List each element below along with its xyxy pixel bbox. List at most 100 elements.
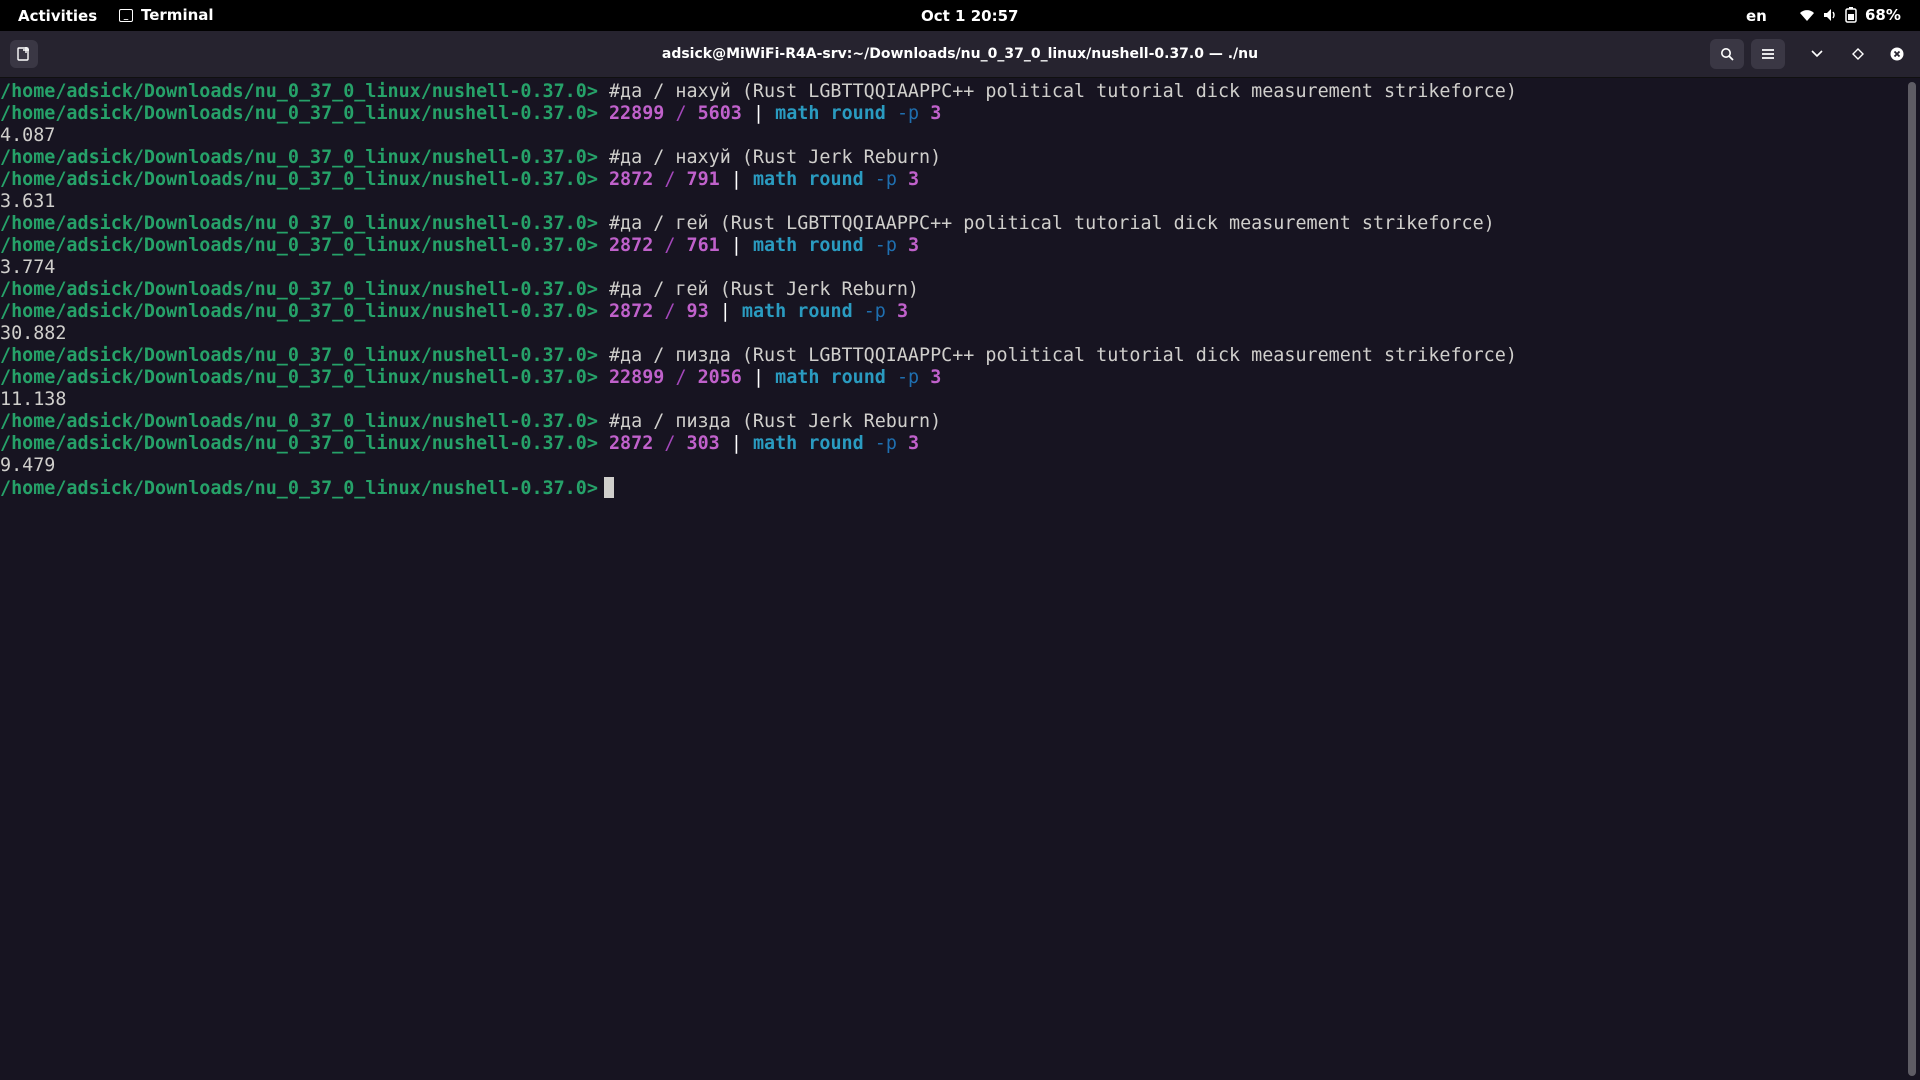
command-round: round xyxy=(830,103,886,124)
terminal-line-comment: /home/adsick/Downloads/nu_0_37_0_linux/n… xyxy=(0,411,1908,433)
activities-button[interactable]: Activities xyxy=(18,7,97,25)
app-menu-button[interactable]: _ Terminal xyxy=(119,6,214,24)
search-icon xyxy=(1721,48,1734,61)
gnome-top-bar: Activities _ Terminal Oct 1 20:57 en 68% xyxy=(0,0,1920,31)
divisor: 2056 xyxy=(697,367,742,388)
terminal-output[interactable]: /home/adsick/Downloads/nu_0_37_0_linux/n… xyxy=(0,79,1908,1080)
terminal-line-active-prompt[interactable]: /home/adsick/Downloads/nu_0_37_0_linux/n… xyxy=(0,477,1908,499)
dividend: 2872 xyxy=(608,235,654,256)
volume-icon xyxy=(1824,9,1835,21)
system-tray[interactable]: 68% xyxy=(1799,6,1901,24)
terminal-line-comment: /home/adsick/Downloads/nu_0_37_0_linux/n… xyxy=(0,279,1908,301)
shell-prompt: /home/adsick/Downloads/nu_0_37_0_linux/n… xyxy=(0,345,598,366)
pipe-operator: | xyxy=(730,169,742,190)
terminal-line-command: /home/adsick/Downloads/nu_0_37_0_linux/n… xyxy=(0,433,1908,455)
pipe-operator: | xyxy=(730,433,742,454)
command-math: math xyxy=(775,103,820,124)
dividend: 22899 xyxy=(608,103,665,124)
main-menu-button[interactable] xyxy=(1751,39,1785,69)
precision-value: 3 xyxy=(930,103,942,124)
shell-prompt: /home/adsick/Downloads/nu_0_37_0_linux/n… xyxy=(0,433,598,454)
divisor: 303 xyxy=(686,433,720,454)
command-round: round xyxy=(808,235,864,256)
clock[interactable]: Oct 1 20:57 xyxy=(921,7,1018,25)
keyboard-layout-indicator[interactable]: en xyxy=(1746,7,1767,25)
command-math: math xyxy=(775,367,820,388)
comment-text: #да / нахуй (Rust Jerk Reburn) xyxy=(608,147,942,168)
pipe-operator: | xyxy=(752,103,765,124)
precision-value: 3 xyxy=(930,367,942,388)
close-icon xyxy=(1890,47,1904,61)
pipe-operator: | xyxy=(719,301,731,322)
terminal-line-command: /home/adsick/Downloads/nu_0_37_0_linux/n… xyxy=(0,103,1908,125)
wifi-icon xyxy=(1800,10,1814,21)
close-window-button[interactable] xyxy=(1880,39,1914,69)
command-math: math xyxy=(752,169,798,190)
shell-prompt: /home/adsick/Downloads/nu_0_37_0_linux/n… xyxy=(0,367,598,388)
pipe-operator: | xyxy=(752,367,765,388)
command-round: round xyxy=(830,367,886,388)
shell-prompt: /home/adsick/Downloads/nu_0_37_0_linux/n… xyxy=(0,301,598,322)
terminal-line-comment: /home/adsick/Downloads/nu_0_37_0_linux/n… xyxy=(0,147,1908,169)
pipe-operator: | xyxy=(730,235,742,256)
dividend: 2872 xyxy=(608,169,654,190)
chevron-down-icon xyxy=(1811,50,1823,58)
shell-prompt: /home/adsick/Downloads/nu_0_37_0_linux/n… xyxy=(0,235,598,256)
terminal-line-command: /home/adsick/Downloads/nu_0_37_0_linux/n… xyxy=(0,235,1908,257)
terminal-line-result: 4.087 xyxy=(0,125,56,146)
division-operator: / xyxy=(664,433,676,454)
precision-value: 3 xyxy=(908,433,920,454)
dividend: 2872 xyxy=(608,433,654,454)
diamond-icon xyxy=(1852,48,1864,60)
shell-prompt: /home/adsick/Downloads/nu_0_37_0_linux/n… xyxy=(0,213,598,234)
precision-flag: -p xyxy=(874,169,897,190)
terminal-line-command: /home/adsick/Downloads/nu_0_37_0_linux/n… xyxy=(0,301,1908,323)
division-operator: / xyxy=(664,235,676,256)
divisor: 791 xyxy=(686,169,720,190)
terminal-line-comment: /home/adsick/Downloads/nu_0_37_0_linux/n… xyxy=(0,81,1908,103)
divisor: 5603 xyxy=(697,103,742,124)
tabs-dropdown-button[interactable] xyxy=(1800,39,1834,69)
window-title: adsick@MiWiFi-R4A-srv:~/Downloads/nu_0_3… xyxy=(661,46,1259,62)
precision-flag: -p xyxy=(896,367,920,388)
terminal-line-result: 11.138 xyxy=(0,389,67,410)
comment-text: #да / нахуй (Rust LGBTTQQIAAPPC++ politi… xyxy=(608,81,1517,102)
division-operator: / xyxy=(664,301,676,322)
terminal-line-comment: /home/adsick/Downloads/nu_0_37_0_linux/n… xyxy=(0,213,1908,235)
app-menu-label: Terminal xyxy=(141,6,214,24)
terminal-line-result: 3.774 xyxy=(0,257,56,278)
terminal-line-command: /home/adsick/Downloads/nu_0_37_0_linux/n… xyxy=(0,169,1908,191)
command-round: round xyxy=(808,169,864,190)
command-math: math xyxy=(752,433,798,454)
shell-prompt: /home/adsick/Downloads/nu_0_37_0_linux/n… xyxy=(0,81,598,102)
terminal-line-result: 3.631 xyxy=(0,191,56,212)
search-button[interactable] xyxy=(1710,39,1744,69)
shell-prompt: /home/adsick/Downloads/nu_0_37_0_linux/n… xyxy=(0,147,598,168)
dividend: 22899 xyxy=(608,367,665,388)
command-math: math xyxy=(752,235,798,256)
divisor: 761 xyxy=(686,235,720,256)
divisor: 93 xyxy=(686,301,709,322)
division-operator: / xyxy=(664,169,676,190)
terminal-line-result: 30.882 xyxy=(0,323,67,344)
terminal-line-result: 9.479 xyxy=(0,455,56,476)
terminal-line-comment: /home/adsick/Downloads/nu_0_37_0_linux/n… xyxy=(0,345,1908,367)
terminal-scrollbar[interactable] xyxy=(1908,82,1916,1076)
precision-flag: -p xyxy=(874,433,897,454)
comment-text: #да / гей (Rust LGBTTQQIAAPPC++ politica… xyxy=(608,213,1495,234)
maximize-button[interactable] xyxy=(1841,39,1875,69)
shell-prompt: /home/adsick/Downloads/nu_0_37_0_linux/n… xyxy=(0,279,598,300)
command-round: round xyxy=(797,301,853,322)
dividend: 2872 xyxy=(608,301,654,322)
comment-text: #да / пизда (Rust LGBTTQQIAAPPC++ politi… xyxy=(608,345,1517,366)
precision-value: 3 xyxy=(908,235,920,256)
precision-value: 3 xyxy=(908,169,920,190)
shell-prompt: /home/adsick/Downloads/nu_0_37_0_linux/n… xyxy=(0,169,598,190)
shell-prompt: /home/adsick/Downloads/nu_0_37_0_linux/n… xyxy=(0,478,598,499)
text-cursor xyxy=(603,477,614,498)
division-operator: / xyxy=(675,103,687,124)
command-math: math xyxy=(741,301,787,322)
precision-value: 3 xyxy=(896,301,909,322)
precision-flag: -p xyxy=(874,235,897,256)
division-operator: / xyxy=(675,367,687,388)
